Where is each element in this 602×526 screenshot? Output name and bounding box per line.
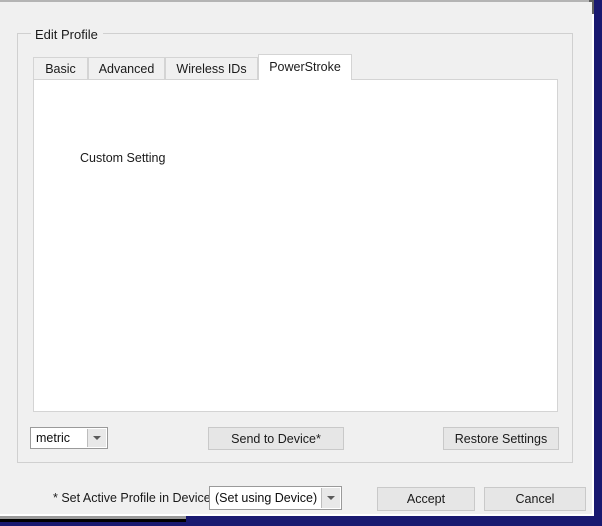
edit-profile-dialog: Edit Profile Basic Advanced Wireless IDs… bbox=[0, 2, 592, 514]
custom-setting-groupbox-title: Custom Setting bbox=[76, 151, 170, 165]
chevron-down-icon bbox=[327, 496, 335, 500]
crank-view-title: Right Crank View bbox=[302, 98, 413, 113]
accept-button[interactable]: Accept bbox=[377, 487, 475, 511]
units-value: metric bbox=[36, 431, 71, 445]
chevron-down-icon bbox=[93, 436, 101, 440]
active-profile-select[interactable]: (Set using Device) bbox=[209, 486, 342, 510]
tab-basic[interactable]: Basic bbox=[33, 57, 88, 80]
cancel-button[interactable]: Cancel bbox=[484, 487, 586, 511]
tab-bar: Basic Advanced Wireless IDs PowerStroke bbox=[33, 54, 558, 80]
tab-advanced[interactable]: Advanced bbox=[88, 57, 165, 80]
send-to-device-button[interactable]: Send to Device* bbox=[208, 427, 344, 450]
background-bottom-black-strip bbox=[0, 519, 186, 522]
tab-wireless-ids[interactable]: Wireless IDs bbox=[165, 57, 258, 80]
powerstroke-tab-panel bbox=[33, 79, 558, 412]
units-select[interactable]: metric bbox=[30, 427, 108, 449]
tab-powerstroke[interactable]: PowerStroke bbox=[258, 54, 352, 80]
edit-profile-groupbox-title: Edit Profile bbox=[31, 27, 103, 42]
restore-settings-button[interactable]: Restore Settings bbox=[443, 427, 559, 450]
units-dropdown-button[interactable] bbox=[87, 429, 106, 447]
active-profile-label: * Set Active Profile in Device bbox=[53, 491, 211, 505]
active-profile-dropdown-button[interactable] bbox=[321, 488, 340, 508]
background-right-strip bbox=[594, 0, 602, 516]
active-profile-value: (Set using Device) bbox=[215, 491, 318, 505]
